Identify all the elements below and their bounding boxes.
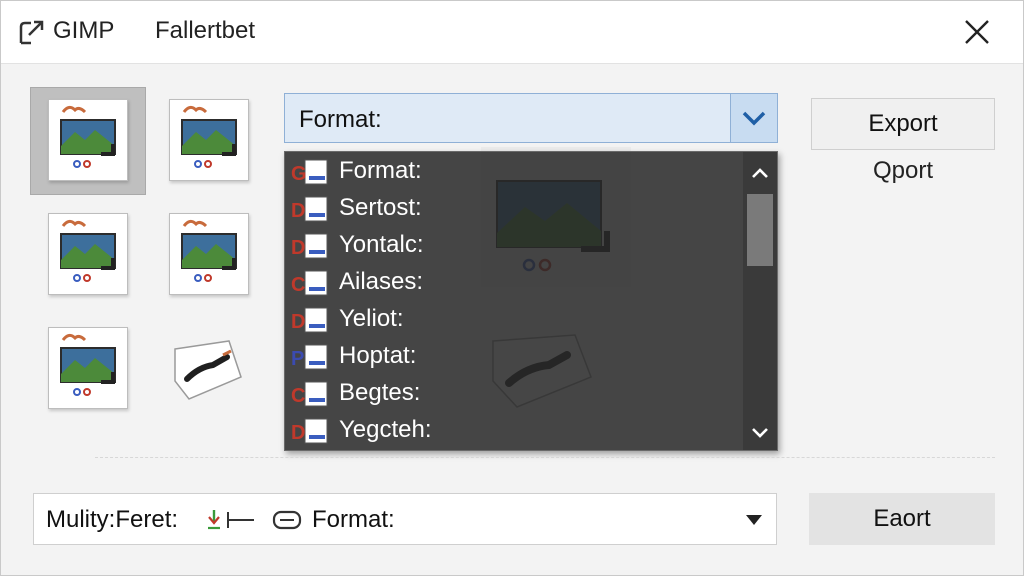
dropdown-item[interactable]: P Hoptat: [285,339,743,375]
bottom-format-select[interactable]: Mulity:Feret: Format: [33,493,777,545]
dropdown-item-label: Yegcteh: [339,416,432,443]
image-file-icon [60,219,116,282]
format-select[interactable]: Format: [284,93,778,143]
svg-text:G: G [291,163,307,185]
thumbnail-1[interactable] [48,99,128,181]
image-file-icon [60,105,116,168]
chevron-up-icon [752,168,768,178]
dropdown-item-label: Yontalc: [339,231,424,258]
export-dialog: GIMP Fallertbet Format: G Format: D Sert… [0,0,1024,576]
dropdown-item-label: Sertost: [339,194,422,221]
dropdown-item[interactable]: D Yeliot: [285,302,743,338]
dropdown-item-label: Format: [339,157,422,184]
svg-text:D: D [291,200,305,222]
file-format-icon: D [291,307,328,333]
bottom-select-label: Mulity:Feret: [46,506,179,533]
svg-text:C: C [291,385,305,407]
window-title: Fallertbet [155,17,256,44]
image-file-icon [60,333,116,396]
image-file-icon [181,105,237,168]
image-file-icon [181,219,237,282]
file-format-icon: D [291,418,328,444]
dropdown-item[interactable]: C Begtes: [285,376,743,412]
scrollbar-thumb[interactable] [747,194,773,266]
dropdown-item-label: Begtes: [339,379,421,406]
format-dropdown-list: G Format: D Sertost: D Yontalc: C Ailases: D Yeli… [284,151,778,451]
dropdown-item-label: Hoptat: [339,342,417,369]
thumbnail-4[interactable] [169,213,249,295]
thumbnail-5[interactable] [48,327,128,409]
file-format-icon: G [291,159,328,185]
dropdown-item[interactable]: G Format: [285,154,743,190]
file-format-icon: C [291,381,328,407]
svg-text:P: P [291,348,304,370]
brush-stroke-icon [174,340,242,400]
format-select-toggle[interactable] [730,94,777,142]
divider [95,457,995,458]
chain-link-icon [272,510,302,530]
svg-text:D: D [291,422,305,444]
dropdown-item[interactable]: D Yontalc: [285,228,743,264]
file-format-icon: P [291,344,328,370]
dropdown-item[interactable]: D Yegcteh: [285,413,743,449]
thumbnail-3[interactable] [48,213,128,295]
file-format-icon: D [291,233,328,259]
svg-text:D: D [291,237,305,259]
chevron-down-icon [742,111,766,126]
merge-arrow-icon [208,510,254,530]
dropdown-item[interactable]: D Sertost: [285,191,743,227]
close-button[interactable] [949,11,1005,53]
dropdown-item-label: Yeliot: [339,305,404,332]
eaort-button[interactable]: Eaort [809,493,995,545]
dropdown-item-label: Ailases: [339,268,424,295]
chevron-down-icon [752,428,768,438]
file-format-icon: D [291,196,328,222]
title-bar: GIMP Fallertbet [1,1,1023,64]
oport-label: Qport [872,157,934,184]
format-select-label: Format: [299,106,382,133]
file-format-icon: C [291,270,328,296]
bottom-select-value: Format: [312,506,395,533]
gimp-app-icon [19,20,44,45]
bottom-select-toggle[interactable] [740,506,768,534]
export-button[interactable]: Export [811,98,995,150]
svg-text:D: D [291,311,305,333]
svg-text:C: C [291,274,305,296]
scroll-down-button[interactable] [743,416,777,450]
dropdown-item[interactable]: C Ailases: [285,265,743,301]
app-name: GIMP [53,17,115,44]
thumbnail-6[interactable] [169,337,247,407]
close-icon [965,20,989,44]
dropdown-scrollbar[interactable] [743,152,777,450]
scroll-up-button[interactable] [743,156,777,190]
thumbnail-2[interactable] [169,99,249,181]
caret-down-icon [746,515,762,525]
